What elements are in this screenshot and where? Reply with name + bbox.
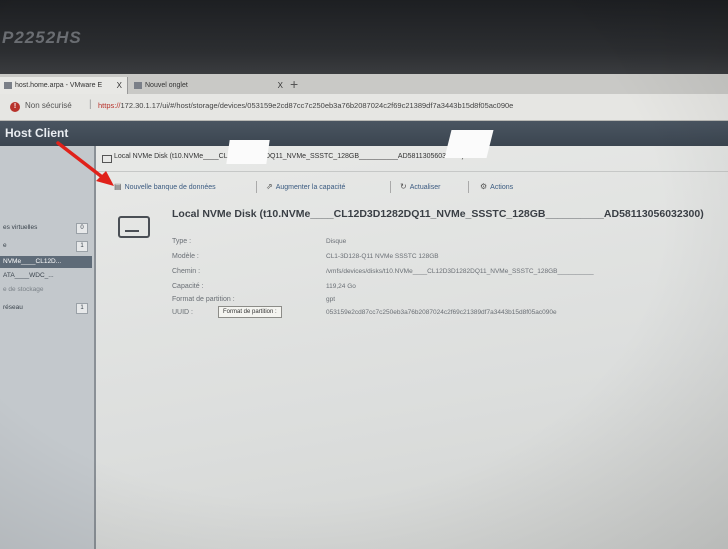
actions-menu-button[interactable]: ⚙ Actions <box>480 179 513 196</box>
disk-icon <box>118 216 150 238</box>
gear-icon: ⚙ <box>480 182 488 191</box>
url-scheme: https:// <box>98 101 121 110</box>
sidebar-item-nvme-device[interactable]: NVMe____CL12D... <box>0 256 92 268</box>
datastore-add-icon: ▤ <box>114 182 122 191</box>
app-title: Host Client <box>5 126 69 140</box>
sidebar-item-label: réseau <box>3 304 23 311</box>
new-tab-button[interactable]: + <box>290 74 298 94</box>
sidebar-item-ata-device[interactable]: ATA____WDC_... <box>0 270 92 282</box>
prop-value-partition-format: gpt <box>326 296 336 303</box>
sidebar-item-datastore[interactable]: e de stockage <box>0 284 92 296</box>
prop-label-partition-format: Format de partition : <box>172 296 235 303</box>
sidebar-item-virtual-machines[interactable]: es virtuelles 0 <box>0 222 92 234</box>
sidebar-item-label: es virtuelles <box>3 224 38 231</box>
prop-value-type: Disque <box>326 238 347 245</box>
monitor-bezel: P2252HS <box>0 0 728 74</box>
sidebar-item-network[interactable]: réseau 1 <box>0 302 92 314</box>
prop-value-uuid: 053159e2cd87cc7c250eb3a76b2087024c2f69c2… <box>326 309 557 316</box>
sidebar-item-storage[interactable]: e 1 <box>0 240 92 252</box>
monitor-photo: P2252HS host.home.arpa - VMware E X Nouv… <box>0 0 728 549</box>
not-secure-warning-icon[interactable]: ! <box>10 102 20 112</box>
tab-label: host.home.arpa - VMware E <box>15 82 103 89</box>
button-label: Actualiser <box>409 184 441 191</box>
toolbar-divider <box>390 181 391 193</box>
count-badge: 0 <box>76 223 88 234</box>
prop-label-type: Type : <box>172 238 192 245</box>
prop-value-capacity: 119,24 Go <box>326 283 356 290</box>
url-path: 172.30.1.17/ui/#/host/storage/devices/05… <box>120 101 514 110</box>
increase-capacity-icon: ⇗ <box>266 182 273 191</box>
count-badge: 1 <box>76 241 88 252</box>
url-text[interactable]: https://172.30.1.17/ui/#/host/storage/de… <box>98 101 513 110</box>
close-tab-icon[interactable]: X <box>117 77 122 94</box>
new-datastore-button[interactable]: ▤ Nouvelle banque de données <box>114 179 216 196</box>
button-label: Augmenter la capacité <box>275 184 346 191</box>
screen-glare <box>444 130 494 158</box>
prop-label-model: Modèle : <box>172 253 199 260</box>
disk-small-icon <box>102 155 112 163</box>
vmware-favicon-icon <box>4 81 12 89</box>
refresh-icon: ↻ <box>400 182 407 191</box>
count-badge: 1 <box>76 303 88 314</box>
prop-label-capacity: Capacité : <box>172 283 204 290</box>
monitor-model-label: P2252HS <box>2 28 82 47</box>
device-title: Local NVMe Disk (t10.NVMe____CL12D3D1282… <box>172 208 704 220</box>
tooltip: Format de partition : <box>218 306 282 318</box>
button-label: Actions <box>490 184 514 191</box>
prop-label-uuid: UUID : <box>172 309 193 316</box>
app-header: Host Client <box>0 121 728 146</box>
refresh-button[interactable]: ↻ Actualiser <box>400 179 440 196</box>
browser-tab-strip: host.home.arpa - VMware E X Nouvel ongle… <box>0 74 728 94</box>
screen-glare <box>226 140 270 164</box>
toolbar-divider <box>256 181 257 193</box>
sidebar-item-label: e <box>3 242 7 249</box>
navigator-sidebar: es virtuelles 0 e 1 NVMe____CL12D... ATA… <box>0 146 96 549</box>
increase-capacity-button[interactable]: ⇗ Augmenter la capacité <box>266 179 345 196</box>
prop-value-path: /vmfs/devices/disks/t10.NVMe____CL12D3D1… <box>326 268 594 275</box>
action-toolbar: ▤ Nouvelle banque de données ⇗ Augmenter l… <box>96 179 728 195</box>
address-bar[interactable]: ! Non sécurisé | https://172.30.1.17/ui/… <box>0 94 728 121</box>
tab-new-tab[interactable]: Nouvel onglet X <box>130 77 288 94</box>
close-tab-icon[interactable]: X <box>278 77 283 94</box>
tab-vmware-host-client[interactable]: host.home.arpa - VMware E X <box>0 77 128 94</box>
tab-label: Nouvel onglet <box>145 82 188 89</box>
address-separator: | <box>89 99 92 110</box>
device-detail-panel: Local NVMe Disk (t10.NVMe____CL12D3D1282… <box>96 146 728 549</box>
breadcrumb: Local NVMe Disk (t10.NVMe____CL12D3D1282… <box>114 153 464 160</box>
prop-label-path: Chemin : <box>172 268 201 275</box>
breadcrumb-bar: Local NVMe Disk (t10.NVMe____CL12D3D1282… <box>96 146 728 172</box>
security-status-label[interactable]: Non sécurisé <box>25 101 72 110</box>
prop-value-model: CL1-3D128-Q11 NVMe SSSTC 128GB <box>326 253 439 260</box>
page-favicon-icon <box>134 81 142 89</box>
button-label: Nouvelle banque de données <box>124 184 216 191</box>
toolbar-divider <box>468 181 469 193</box>
